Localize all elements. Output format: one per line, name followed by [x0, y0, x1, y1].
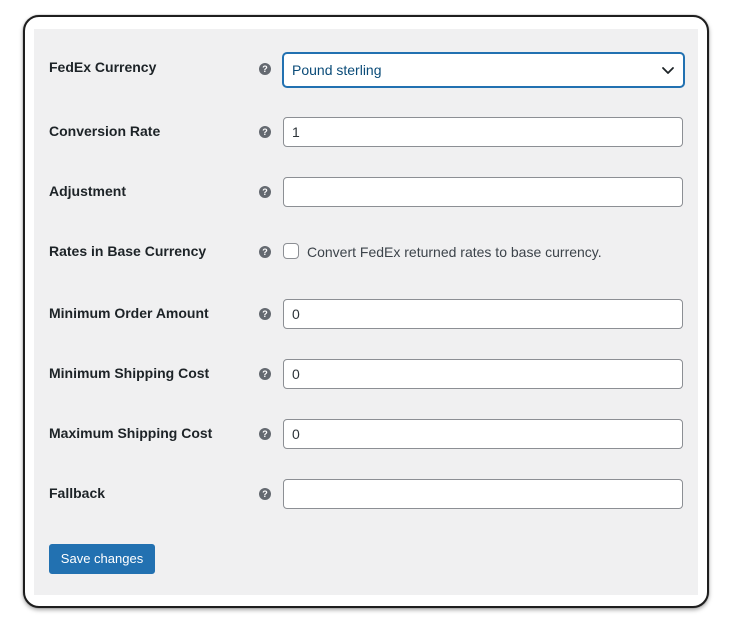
adjustment-input[interactable]: [283, 177, 683, 207]
min-order-input[interactable]: [283, 299, 683, 329]
currency-label: FedEx Currency: [49, 59, 157, 75]
base-currency-label: Rates in Base Currency: [49, 243, 207, 259]
currency-help-icon[interactable]: ?: [259, 63, 271, 75]
max-shipping-input[interactable]: [283, 419, 683, 449]
currency-select-value: Pound sterling: [292, 62, 382, 78]
base-currency-help-icon[interactable]: ?: [259, 246, 271, 258]
adjustment-label: Adjustment: [49, 183, 126, 199]
conversion-rate-label: Conversion Rate: [49, 123, 161, 139]
save-changes-button[interactable]: Save changes: [49, 544, 155, 574]
min-shipping-input[interactable]: [283, 359, 683, 389]
fallback-help-icon[interactable]: ?: [259, 488, 271, 500]
base-currency-checkbox-label[interactable]: Convert FedEx returned rates to base cur…: [307, 244, 602, 260]
base-currency-checkbox[interactable]: [283, 243, 299, 259]
conversion-rate-help-icon[interactable]: ?: [259, 126, 271, 138]
conversion-rate-input[interactable]: [283, 117, 683, 147]
max-shipping-help-icon[interactable]: ?: [259, 428, 271, 440]
min-shipping-help-icon[interactable]: ?: [259, 368, 271, 380]
min-shipping-label: Minimum Shipping Cost: [49, 365, 210, 381]
max-shipping-label: Maximum Shipping Cost: [49, 425, 213, 441]
fallback-input[interactable]: [283, 479, 683, 509]
min-order-help-icon[interactable]: ?: [259, 308, 271, 320]
currency-select[interactable]: Pound sterling: [283, 53, 684, 87]
min-order-label: Minimum Order Amount: [49, 305, 209, 321]
adjustment-help-icon[interactable]: ?: [259, 186, 271, 198]
fallback-label: Fallback: [49, 485, 106, 501]
chevron-down-icon: [662, 67, 674, 74]
